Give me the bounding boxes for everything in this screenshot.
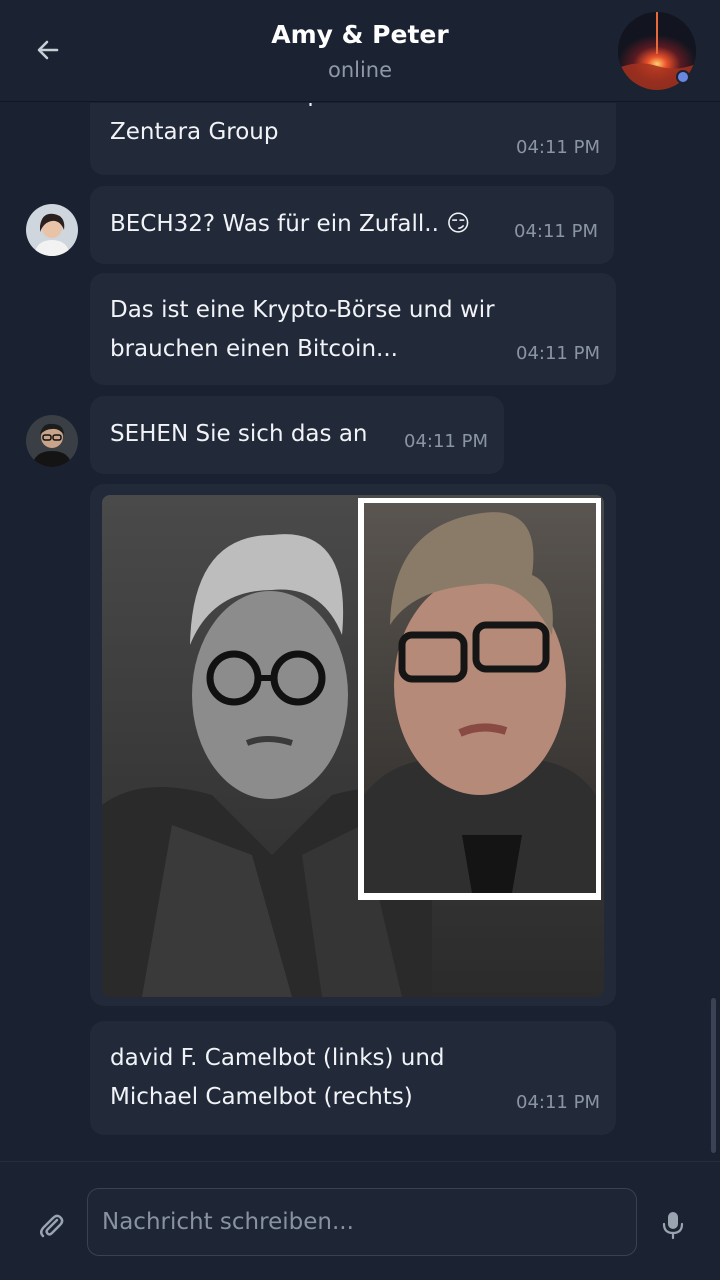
message-bubble: Das ist eine Krypto-Börse und wir brauch… [90,273,616,385]
message-text: SEHEN Sie sich das an [110,421,368,447]
message-list[interactable]: Besitzer und Hauptaktionär der Zentara G… [0,103,720,1161]
photo[interactable] [102,495,604,997]
image-message[interactable] [90,484,616,1006]
message-text: Michael Camelbot (rechts) [110,1084,413,1110]
message-bubble: david F. Camelbot (links) und Michael Ca… [90,1021,616,1135]
online-indicator [676,70,690,84]
microphone-button[interactable] [652,1204,694,1246]
attach-button[interactable] [30,1204,72,1246]
message-time: 04:11 PM [516,1092,600,1113]
message-bubble: SEHEN Sie sich das an 04:11 PM [90,396,504,474]
message-text: Das ist eine Krypto-Börse und wir [110,297,495,323]
avatar[interactable] [26,204,78,256]
paperclip-icon [40,1214,64,1238]
message-composer [0,1161,720,1280]
avatar[interactable] [26,415,78,467]
scrollbar[interactable] [711,998,716,1153]
chat-status: online [327,58,393,82]
message-bubble: BECH32? Was für ein Zufall.. 😏 04:11 PM [90,186,614,264]
message-text: david F. Camelbot (links) und [110,1045,445,1071]
chat-title: Amy & Peter [271,20,449,49]
message-bubble: Besitzer und Hauptaktionär der Zentara G… [90,103,616,175]
message-time: 04:11 PM [516,137,600,158]
message-time: 04:11 PM [404,431,488,452]
chat-header: Amy & Peter online [0,0,720,102]
microphone-icon [662,1212,684,1240]
portrait-comparison-image [102,495,604,997]
message-time: 04:11 PM [516,343,600,364]
smirk-emoji: 😏 [446,211,471,237]
message-text: brauchen einen Bitcoin... [110,336,398,362]
message-input[interactable] [87,1188,637,1256]
message-text: Zentara Group [110,119,279,145]
message-text: BECH32? Was für ein Zufall.. 😏 [110,211,471,237]
message-time: 04:11 PM [514,221,598,242]
